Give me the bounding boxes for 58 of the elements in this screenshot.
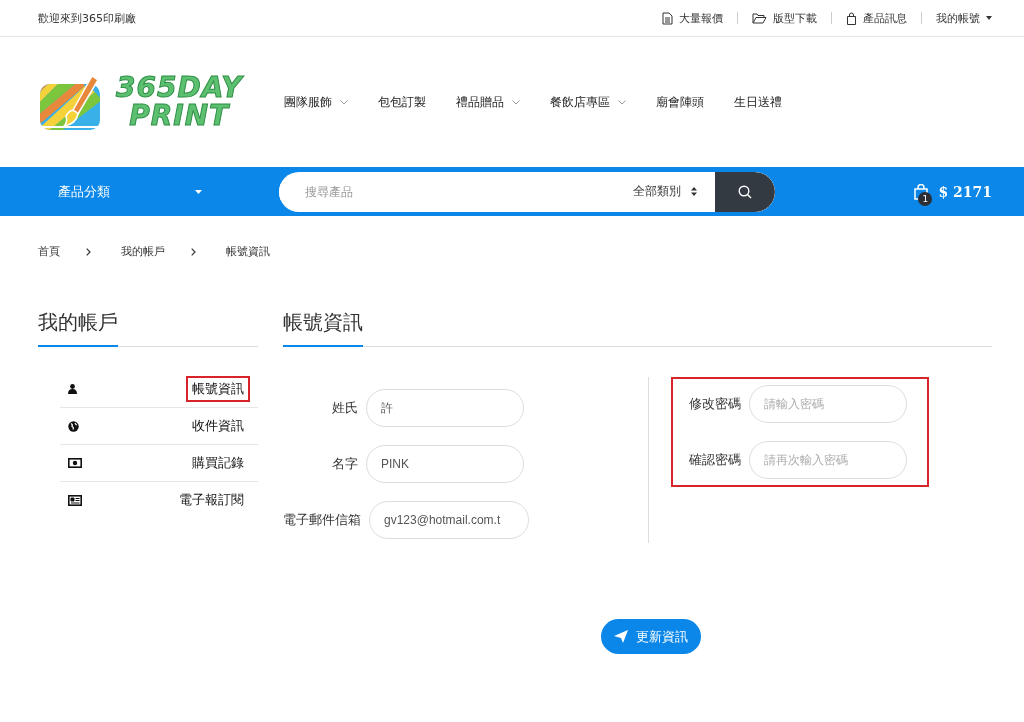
caret-icon [986,16,992,20]
chevron-down-icon [340,99,348,105]
breadcrumb-link[interactable]: 帳號資訊 [226,244,270,259]
field-label: 確認密碼 [688,451,741,469]
update-info-button[interactable]: 更新資訊 [601,619,701,654]
field-label: 姓氏 [331,399,358,417]
search-button[interactable] [715,171,775,212]
top-link[interactable]: 大量報價 [662,10,723,26]
field-label: 名字 [331,455,358,473]
input-field[interactable]: PINK [366,445,524,483]
password-field[interactable]: 請再次輸入密碼 [749,441,907,479]
content-heading: 帳號資訊 [283,309,992,347]
top-link[interactable]: 版型下載 [752,10,817,26]
sidebar-menu-item[interactable]: 電子報訂閱 [60,482,258,518]
logo-text: 365DAY [116,74,243,102]
chevron-right-icon [86,247,91,256]
folder-icon [752,12,767,24]
chevron-down-icon [512,99,520,105]
sidebar-menu-item[interactable]: 收件資訊 [60,408,258,445]
password-field[interactable]: 請輸入密碼 [749,385,907,423]
sort-arrows-icon [691,187,697,196]
newspaper-icon [68,494,82,506]
paper-plane-icon [614,630,628,643]
input-field[interactable]: 許 [366,389,524,427]
nav-menu-item[interactable]: 包包訂製 [378,93,426,111]
caret-icon [195,189,202,194]
search-icon [738,184,752,199]
sidebar-menu-item[interactable]: 購買記錄 [60,445,258,482]
shopping-bag-icon [914,183,929,200]
bag-icon [846,11,857,25]
logo-text: PRINT [129,102,230,130]
nav-menu-item[interactable]: 團隊服飾 [284,93,348,111]
cart-link[interactable]: 1 $ 2171 [914,183,992,208]
top-link[interactable]: 我的帳號 [936,10,992,26]
nav-menu-item[interactable]: 廟會陣頭 [656,93,704,111]
sidebar-heading: 我的帳戶 [38,309,258,347]
search-bar[interactable]: 搜尋產品 全部類別 [279,171,775,212]
chevron-down-icon [618,99,626,105]
document-icon [662,11,673,25]
category-select[interactable]: 全部類別 [633,183,715,200]
input-field[interactable]: gv123@hotmail.com.t [369,501,529,539]
nav-menu-item[interactable]: 餐飲店專區 [550,93,626,111]
nav-menu-item[interactable]: 生日送禮 [734,93,782,111]
field-label: 電子郵件信箱 [283,511,361,529]
chevron-right-icon [191,247,196,256]
nav-menu-item[interactable]: 禮品贈品 [456,93,520,111]
user-icon [68,384,77,394]
globe-icon [68,420,79,432]
breadcrumb-link[interactable]: 首頁 [38,244,60,259]
breadcrumb-link[interactable]: 我的帳戶 [121,244,165,259]
top-link[interactable]: 產品訊息 [846,10,907,26]
cart-count-badge: 1 [918,191,933,206]
banknote-icon [68,458,82,468]
cart-total: $ 2171 [938,183,992,200]
field-label: 修改密碼 [688,395,741,413]
welcome-text: 歡迎來到365印刷廠 [38,10,136,26]
sidebar-menu-item[interactable]: 帳號資訊 [60,371,258,408]
product-category-dropdown[interactable]: 產品分類 [0,171,240,212]
